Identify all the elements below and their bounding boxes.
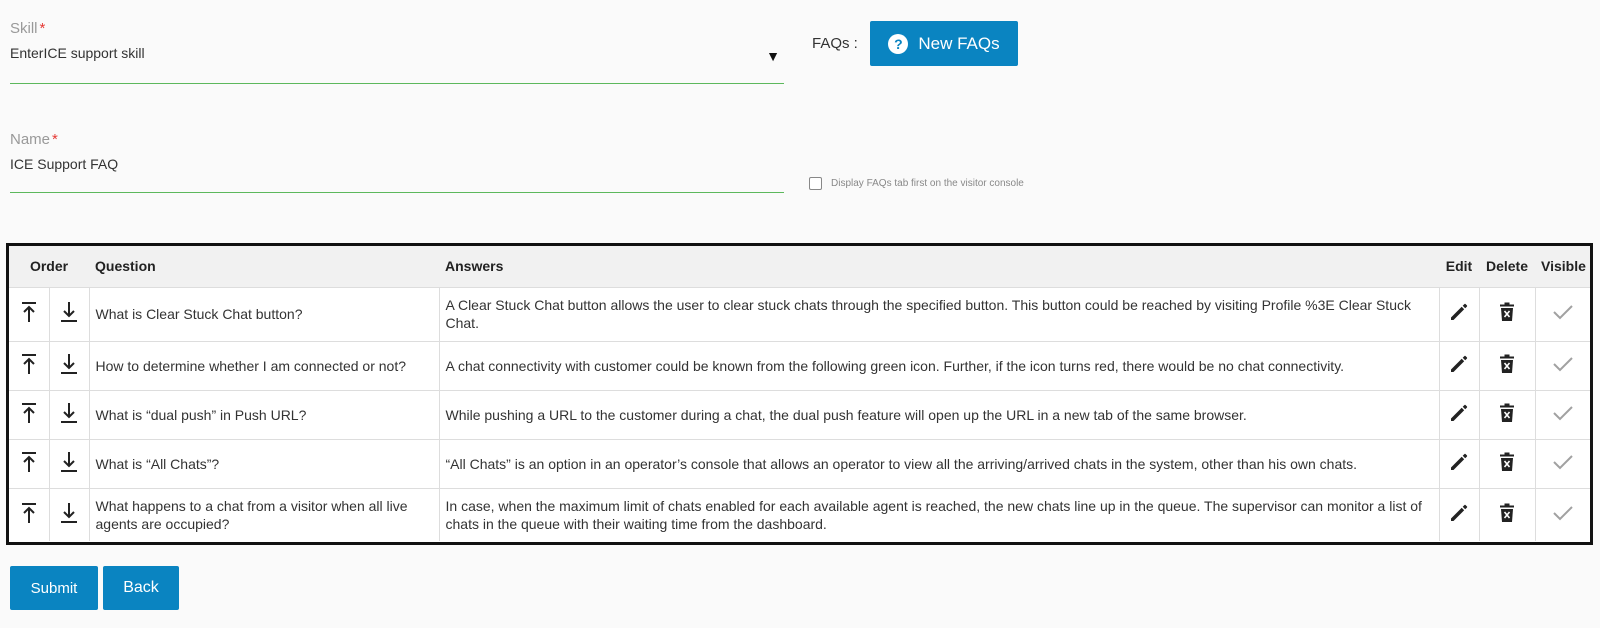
dropdown-arrow-icon[interactable]: ▼ <box>766 48 780 64</box>
answers-header: Answers <box>439 246 1439 288</box>
check-icon[interactable] <box>1552 504 1574 522</box>
trash-icon[interactable] <box>1499 354 1515 374</box>
back-button[interactable]: Back <box>103 566 179 610</box>
question-cell: What is Clear Stuck Chat button? <box>89 287 440 342</box>
question-header: Question <box>89 246 439 288</box>
name-label: Name * <box>10 131 58 148</box>
required-mark: * <box>52 131 58 148</box>
move-to-top-icon[interactable] <box>21 402 37 424</box>
move-to-bottom-icon[interactable] <box>60 402 78 424</box>
answer-cell: A chat connectivity with customer could … <box>439 341 1440 391</box>
pencil-icon[interactable] <box>1449 503 1469 523</box>
faqs-label: FAQs : <box>812 35 858 52</box>
table-row: What is “All Chats”? “All Chats” is an o… <box>9 439 1590 489</box>
skill-select[interactable]: Skill * EnterICE support skill ▼ <box>10 20 784 84</box>
answer-cell: A Clear Stuck Chat button allows the use… <box>439 287 1440 342</box>
answer-cell: “All Chats” is an option in an operator’… <box>439 439 1440 489</box>
move-to-top-icon[interactable] <box>21 301 37 323</box>
check-icon[interactable] <box>1552 355 1574 373</box>
name-value: ICE Support FAQ <box>10 156 119 172</box>
answer-cell: While pushing a URL to the customer duri… <box>439 390 1440 440</box>
pencil-icon[interactable] <box>1449 403 1469 423</box>
question-cell: How to determine whether I am connected … <box>89 341 440 391</box>
pencil-icon[interactable] <box>1449 302 1469 322</box>
skill-value: EnterICE support skill <box>10 45 145 61</box>
pencil-icon[interactable] <box>1449 354 1469 374</box>
display-faqs-first-checkbox[interactable] <box>809 177 822 190</box>
faq-table: Order Question Answers Edit Delete Visib… <box>6 243 1593 545</box>
table-row: What is Clear Stuck Chat button? A Clear… <box>9 287 1590 342</box>
order-header: Order <box>9 246 89 288</box>
table-row: What is “dual push” in Push URL? While p… <box>9 390 1590 440</box>
edit-header: Edit <box>1439 246 1479 288</box>
skill-label: Skill * <box>10 20 46 37</box>
move-to-bottom-icon[interactable] <box>60 451 78 473</box>
move-to-top-icon[interactable] <box>21 502 37 524</box>
new-faqs-label: New FAQs <box>918 33 1000 53</box>
visible-header: Visible <box>1535 246 1590 288</box>
display-faqs-first-option: Display FAQs tab first on the visitor co… <box>809 177 1024 190</box>
move-to-bottom-icon[interactable] <box>60 301 78 323</box>
answer-cell: In case, when the maximum limit of chats… <box>439 488 1440 541</box>
delete-header: Delete <box>1479 246 1535 288</box>
trash-icon[interactable] <box>1499 302 1515 322</box>
move-to-top-icon[interactable] <box>21 451 37 473</box>
new-faqs-button[interactable]: ? New FAQs <box>870 21 1018 66</box>
table-row: How to determine whether I am connected … <box>9 341 1590 391</box>
question-cell: What is “All Chats”? <box>89 439 440 489</box>
question-cell: What happens to a chat from a visitor wh… <box>89 488 440 541</box>
question-icon: ? <box>888 33 909 54</box>
trash-icon[interactable] <box>1499 403 1515 423</box>
check-icon[interactable] <box>1552 303 1574 321</box>
move-to-bottom-icon[interactable] <box>60 502 78 524</box>
check-icon[interactable] <box>1552 453 1574 471</box>
submit-button[interactable]: Submit <box>10 566 98 610</box>
move-to-top-icon[interactable] <box>21 353 37 375</box>
table-row: What happens to a chat from a visitor wh… <box>9 488 1590 541</box>
display-faqs-first-label: Display FAQs tab first on the visitor co… <box>831 178 1024 189</box>
trash-icon[interactable] <box>1499 452 1515 472</box>
question-cell: What is “dual push” in Push URL? <box>89 390 440 440</box>
trash-icon[interactable] <box>1499 503 1515 523</box>
check-icon[interactable] <box>1552 404 1574 422</box>
pencil-icon[interactable] <box>1449 452 1469 472</box>
table-header-row: Order Question Answers Edit Delete Visib… <box>9 246 1590 288</box>
move-to-bottom-icon[interactable] <box>60 353 78 375</box>
name-field[interactable]: Name * ICE Support FAQ <box>10 131 784 193</box>
required-mark: * <box>39 20 46 37</box>
